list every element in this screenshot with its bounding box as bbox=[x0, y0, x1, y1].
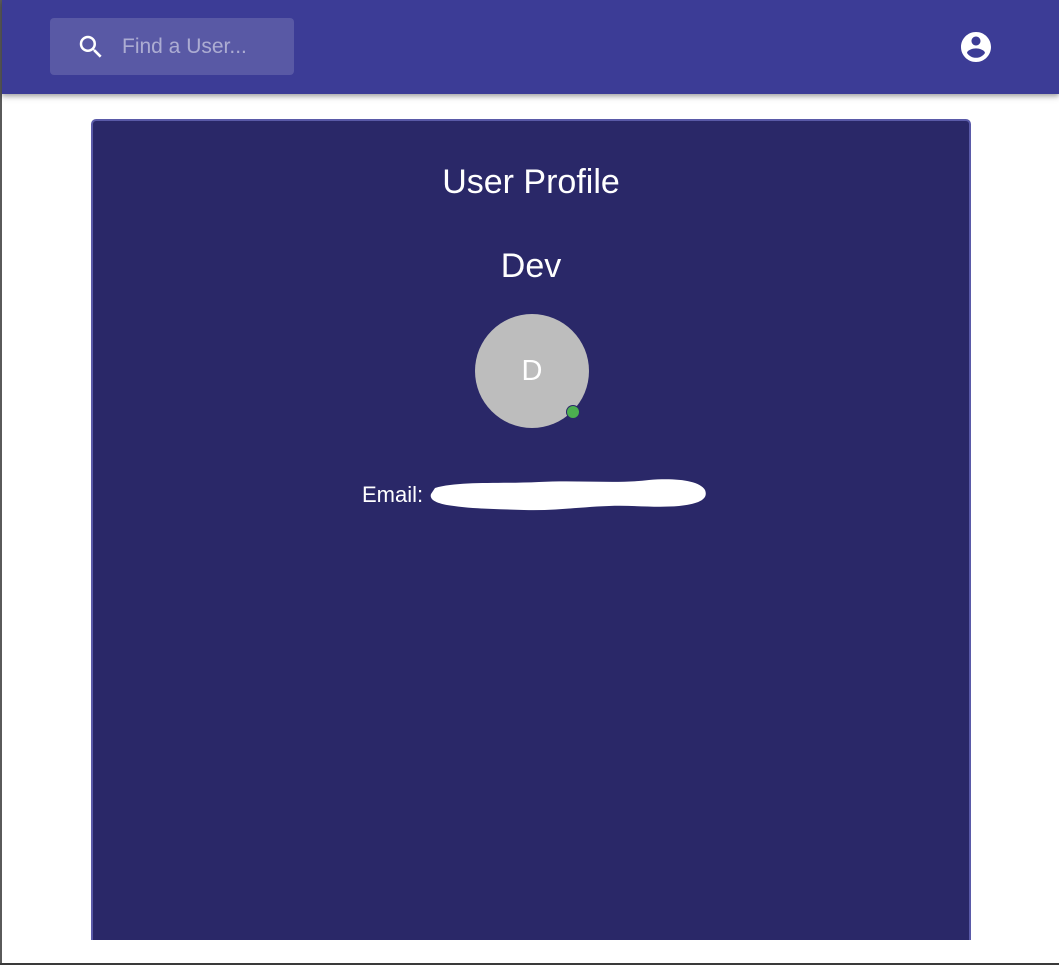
search-input[interactable] bbox=[122, 18, 287, 75]
page-title: User Profile bbox=[442, 163, 620, 201]
email-row: Email: bbox=[362, 477, 423, 513]
window-border-left bbox=[0, 0, 2, 965]
avatar-initial: D bbox=[521, 354, 543, 387]
user-name: Dev bbox=[500, 247, 562, 285]
search-icon bbox=[79, 35, 102, 58]
page-bottom-area bbox=[2, 940, 1059, 963]
account-circle-icon[interactable] bbox=[958, 29, 994, 65]
app-bar bbox=[2, 0, 1059, 94]
search-box[interactable] bbox=[50, 18, 294, 75]
email-label: Email: bbox=[362, 482, 424, 507]
user-profile-card: User Profile Dev D Email: bbox=[91, 119, 971, 953]
online-status-dot bbox=[567, 406, 579, 418]
redacted-email-value bbox=[430, 479, 706, 511]
